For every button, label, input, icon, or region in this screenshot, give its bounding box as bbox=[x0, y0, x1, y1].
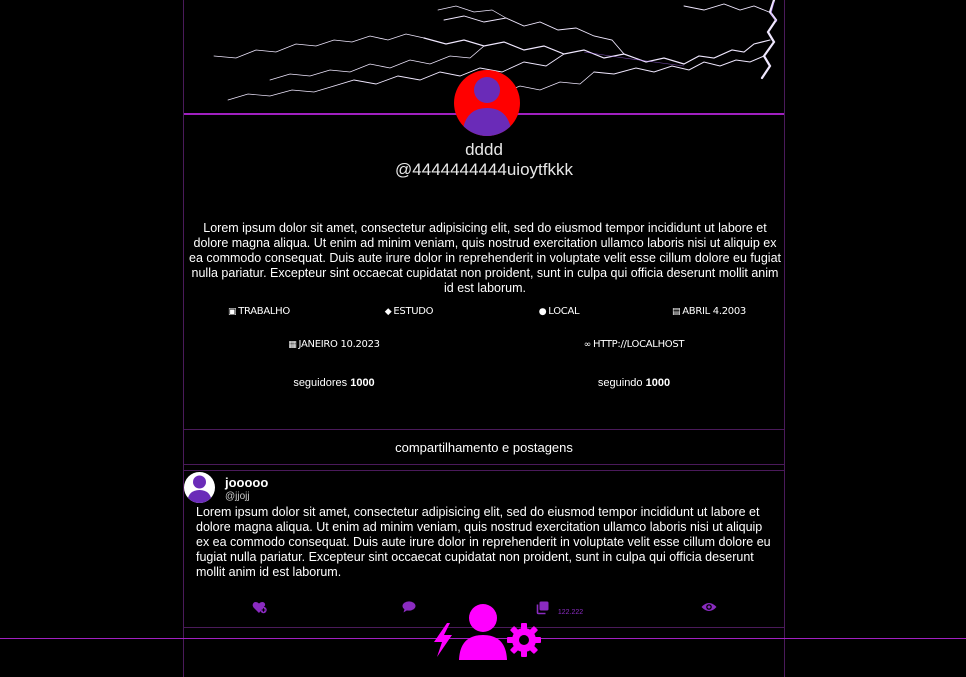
lightning-icon bbox=[434, 623, 452, 657]
profile-location: ● LOCAL bbox=[484, 306, 634, 317]
cake-icon: ▤ bbox=[672, 307, 681, 317]
post-body: Lorem ipsum dolor sit amet, consectetur … bbox=[196, 505, 771, 579]
bottom-navigation bbox=[428, 598, 544, 662]
profile-location-label: LOCAL bbox=[548, 306, 580, 317]
profile-study-label: ESTUDO bbox=[393, 306, 434, 317]
profile-info-row: ▣ TRABALHO ◆ ESTUDO ● LOCAL ▤ ABRIL 4.2003 bbox=[184, 306, 784, 317]
map-pin-icon: ● bbox=[538, 307, 547, 317]
user-avatar-icon bbox=[462, 77, 512, 136]
following-stat[interactable]: seguindo 1000 bbox=[484, 377, 784, 389]
profile-link[interactable]: ∞ HTTP://LOCALHOST bbox=[484, 339, 784, 350]
link-icon: ∞ bbox=[583, 340, 592, 350]
comment-icon bbox=[402, 601, 416, 613]
post-author-name[interactable]: jooooo bbox=[225, 475, 268, 490]
profile-info-row-2: ▦ JANEIRO 10.2023 ∞ HTTP://LOCALHOST bbox=[184, 339, 784, 350]
profile-joined: ▦ JANEIRO 10.2023 bbox=[184, 339, 484, 350]
profile-birthday-label: ABRIL 4.2003 bbox=[682, 306, 746, 317]
profile-study: ◆ ESTUDO bbox=[334, 306, 484, 317]
share-count: 122.222 bbox=[557, 609, 584, 616]
profile-handle: @4444444444uioytfkkk bbox=[395, 160, 573, 179]
briefcase-icon: ▣ bbox=[228, 307, 237, 317]
graduation-cap-icon: ◆ bbox=[384, 307, 392, 317]
followers-count: 1000 bbox=[350, 377, 375, 389]
post-author-username[interactable]: @jjojj bbox=[225, 491, 250, 502]
profile-work: ▣ TRABALHO bbox=[184, 306, 334, 317]
profile-bio: Lorem ipsum dolor sit amet, consectetur … bbox=[189, 221, 781, 295]
following-count: 1000 bbox=[645, 377, 671, 389]
followers-stat[interactable]: seguidores 1000 bbox=[184, 377, 484, 389]
profile-column: dddd @4444444444uioytfkkk Lorem ipsum do… bbox=[183, 0, 785, 677]
like-button[interactable] bbox=[184, 601, 334, 618]
id-card-icon: ▦ bbox=[288, 340, 297, 350]
profile-work-label: TRABALHO bbox=[238, 306, 290, 317]
user-icon bbox=[459, 604, 507, 660]
following-label: seguindo bbox=[597, 377, 643, 389]
nav-feed[interactable] bbox=[430, 622, 456, 663]
gear-icon bbox=[507, 623, 541, 657]
profile-birthday: ▤ ABRIL 4.2003 bbox=[634, 306, 784, 317]
feed-section-header: compartilhamento e postagens bbox=[184, 429, 784, 465]
nav-settings[interactable] bbox=[506, 622, 542, 663]
profile-display-name: dddd bbox=[465, 140, 503, 159]
post-author-avatar[interactable] bbox=[184, 472, 215, 503]
views-button[interactable] bbox=[634, 601, 784, 618]
nav-profile[interactable] bbox=[458, 602, 508, 665]
profile-joined-label: JANEIRO 10.2023 bbox=[298, 339, 381, 350]
eye-icon bbox=[701, 603, 717, 611]
heart-add-icon bbox=[252, 601, 267, 614]
user-avatar-icon bbox=[187, 475, 212, 503]
follow-stats: seguidores 1000 seguindo 1000 bbox=[184, 377, 784, 389]
profile-link-label[interactable]: HTTP://LOCALHOST bbox=[593, 339, 685, 350]
followers-label: seguidores bbox=[293, 377, 348, 389]
profile-avatar[interactable] bbox=[454, 70, 520, 136]
